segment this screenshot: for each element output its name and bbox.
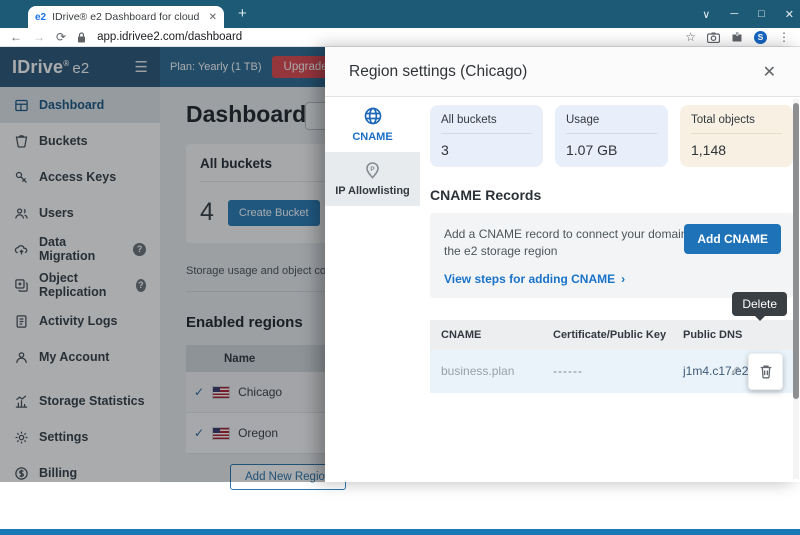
- cname-table-row[interactable]: business.plan ------ j1m4.c17.e2-2.d ✎: [430, 350, 793, 393]
- trash-icon: [758, 363, 774, 380]
- modal-dim-overlay[interactable]: [0, 47, 325, 482]
- stat-label: Usage: [566, 114, 657, 134]
- browser-addressbar: ← → ⟳ app.idrivee2.com/dashboard ☆ S ⋮: [0, 28, 800, 47]
- cell-cname: business.plan: [441, 364, 553, 378]
- extensions-puzzle-icon[interactable]: [731, 31, 743, 43]
- cname-info-box: Add a CNAME record to connect your domai…: [430, 213, 793, 298]
- browser-menu-kebab-icon[interactable]: ⋮: [778, 31, 790, 43]
- region-stats-row: All buckets 3 Usage 1.07 GB Total object…: [430, 105, 793, 167]
- panel-close-icon[interactable]: ✕: [763, 62, 776, 82]
- tab-label: IP Allowlisting: [335, 185, 410, 197]
- window-minimize-icon[interactable]: ─: [730, 8, 738, 20]
- cname-records-heading: CNAME Records: [430, 187, 793, 203]
- forward-icon[interactable]: →: [33, 31, 45, 43]
- cname-table: CNAME Certificate/Public Key Public DNS …: [430, 320, 793, 393]
- svg-text:P: P: [370, 166, 374, 173]
- stat-label: Total objects: [691, 114, 782, 134]
- link-label: View steps for adding CNAME: [444, 272, 615, 286]
- window-maximize-icon[interactable]: □: [758, 8, 765, 20]
- panel-header: Region settings (Chicago) ✕: [325, 47, 800, 97]
- app-root: IDrive®e2 ☰ Dashboard Buckets Access Key…: [0, 47, 800, 482]
- reload-icon[interactable]: ⟳: [56, 31, 66, 43]
- stat-card-total-objects: Total objects 1,148: [680, 105, 793, 167]
- stat-label: All buckets: [441, 114, 532, 134]
- chevron-right-icon: ›: [621, 272, 625, 286]
- window-close-icon[interactable]: ✕: [785, 8, 794, 21]
- screenshot-camera-icon[interactable]: [707, 32, 720, 43]
- cell-certificate: ------: [553, 364, 683, 378]
- footer-bar: [0, 529, 800, 535]
- region-settings-panel: Region settings (Chicago) ✕ CNAME P IP A…: [325, 47, 800, 482]
- back-icon[interactable]: ←: [10, 31, 22, 43]
- stat-value: 1.07 GB: [566, 142, 657, 158]
- site-favicon: e2: [35, 12, 46, 23]
- tab-label: CNAME: [352, 131, 392, 143]
- stat-card-usage: Usage 1.07 GB: [555, 105, 668, 167]
- delete-tooltip: Delete: [732, 292, 787, 316]
- browser-tab[interactable]: e2 IDrive® e2 Dashboard for cloud ✕: [28, 6, 224, 28]
- tab-cname[interactable]: CNAME: [325, 97, 420, 152]
- scrollbar-thumb[interactable]: [793, 103, 799, 399]
- add-cname-button[interactable]: Add CNAME: [684, 224, 781, 254]
- secure-lock-icon[interactable]: [77, 32, 86, 43]
- col-public-dns: Public DNS: [683, 329, 793, 341]
- edit-pencil-icon[interactable]: ✎: [730, 364, 741, 380]
- globe-icon: [363, 106, 383, 126]
- new-tab-button[interactable]: +: [238, 5, 247, 23]
- delete-button[interactable]: [748, 353, 783, 390]
- col-certificate: Certificate/Public Key: [553, 329, 683, 341]
- url-field[interactable]: app.idrivee2.com/dashboard: [97, 31, 674, 43]
- panel-scrollbar[interactable]: [793, 99, 799, 479]
- profile-avatar[interactable]: S: [754, 31, 767, 44]
- tab-close-icon[interactable]: ✕: [209, 12, 217, 23]
- panel-title: Region settings (Chicago): [349, 63, 527, 81]
- window-chevron-icon[interactable]: ∨: [702, 8, 710, 21]
- col-cname: CNAME: [441, 329, 553, 341]
- location-pin-icon: P: [363, 161, 382, 180]
- tab-title: IDrive® e2 Dashboard for cloud: [52, 11, 202, 23]
- stat-value: 3: [441, 142, 532, 158]
- browser-tabstrip: e2 IDrive® e2 Dashboard for cloud ✕ + ∨ …: [0, 0, 800, 28]
- tab-ip-allowlisting[interactable]: P IP Allowlisting: [325, 152, 420, 206]
- stat-card-all-buckets: All buckets 3: [430, 105, 543, 167]
- cname-table-header: CNAME Certificate/Public Key Public DNS: [430, 320, 793, 350]
- panel-tab-rail: CNAME P IP Allowlisting: [325, 97, 420, 482]
- view-steps-link[interactable]: View steps for adding CNAME ›: [444, 272, 779, 286]
- panel-content: All buckets 3 Usage 1.07 GB Total object…: [420, 97, 800, 482]
- cname-info-text: Add a CNAME record to connect your domai…: [444, 226, 706, 261]
- stat-value: 1,148: [691, 142, 782, 158]
- bookmark-star-icon[interactable]: ☆: [685, 31, 696, 43]
